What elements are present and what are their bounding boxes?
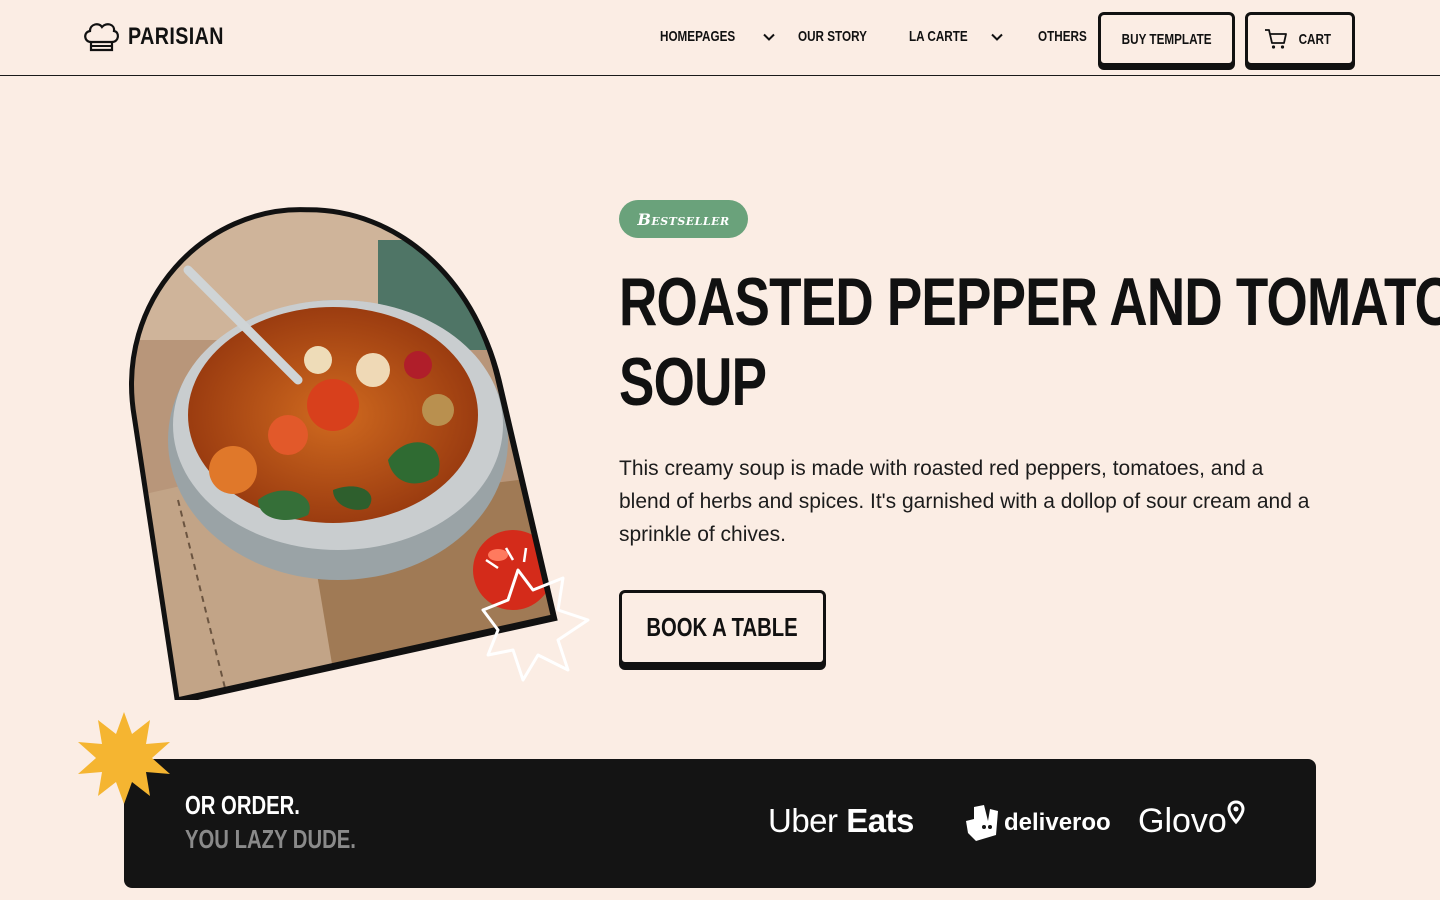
uber-eats-link[interactable]: Uber Eats [768, 802, 914, 840]
order-subheading: YOU LAZY DUDE. [185, 824, 356, 854]
starburst-icon [78, 712, 170, 804]
glovo-logo: Glovo [1138, 802, 1227, 840]
main-nav: HOMEPAGES OUR STORY LA CARTE OTHERS [660, 28, 1121, 45]
nav-item-our-story[interactable]: OUR STORY [798, 28, 886, 45]
brand-name: PARISIAN [128, 23, 224, 50]
site-header: PARISIAN HOMEPAGES OUR STORY LA CARTE OT… [0, 0, 1440, 76]
kangaroo-icon [966, 805, 998, 841]
deliveroo-logo: deliveroo [1004, 809, 1111, 836]
book-table-button[interactable]: BOOK A TABLE [619, 590, 826, 665]
bestseller-badge: Bestseller [619, 200, 748, 238]
location-pin-icon [1227, 799, 1245, 824]
chef-hat-icon [84, 23, 119, 52]
order-heading: OR ORDER. [185, 790, 300, 820]
chevron-down-icon [763, 33, 776, 41]
hero-image [118, 200, 590, 704]
cart-button[interactable]: CART [1245, 12, 1355, 66]
nav-item-la-carte[interactable]: LA CARTE [909, 28, 1004, 45]
cart-icon [1265, 29, 1288, 49]
hero-description: This creamy soup is made with roasted re… [619, 457, 1310, 546]
chevron-down-icon [991, 33, 1003, 41]
nav-item-homepages[interactable]: HOMEPAGES [660, 28, 776, 45]
soup-bowl-image [118, 200, 590, 704]
glovo-link[interactable]: Glovo [1138, 799, 1245, 841]
uber-eats-logo: Uber [768, 802, 838, 839]
brand-logo[interactable]: PARISIAN [82, 20, 245, 54]
buy-template-button[interactable]: BUY TEMPLATE [1098, 12, 1235, 66]
hero-title: ROASTED PEPPER AND TOMATO SOUP [619, 264, 1440, 420]
deliveroo-link[interactable]: deliveroo [964, 805, 1111, 841]
